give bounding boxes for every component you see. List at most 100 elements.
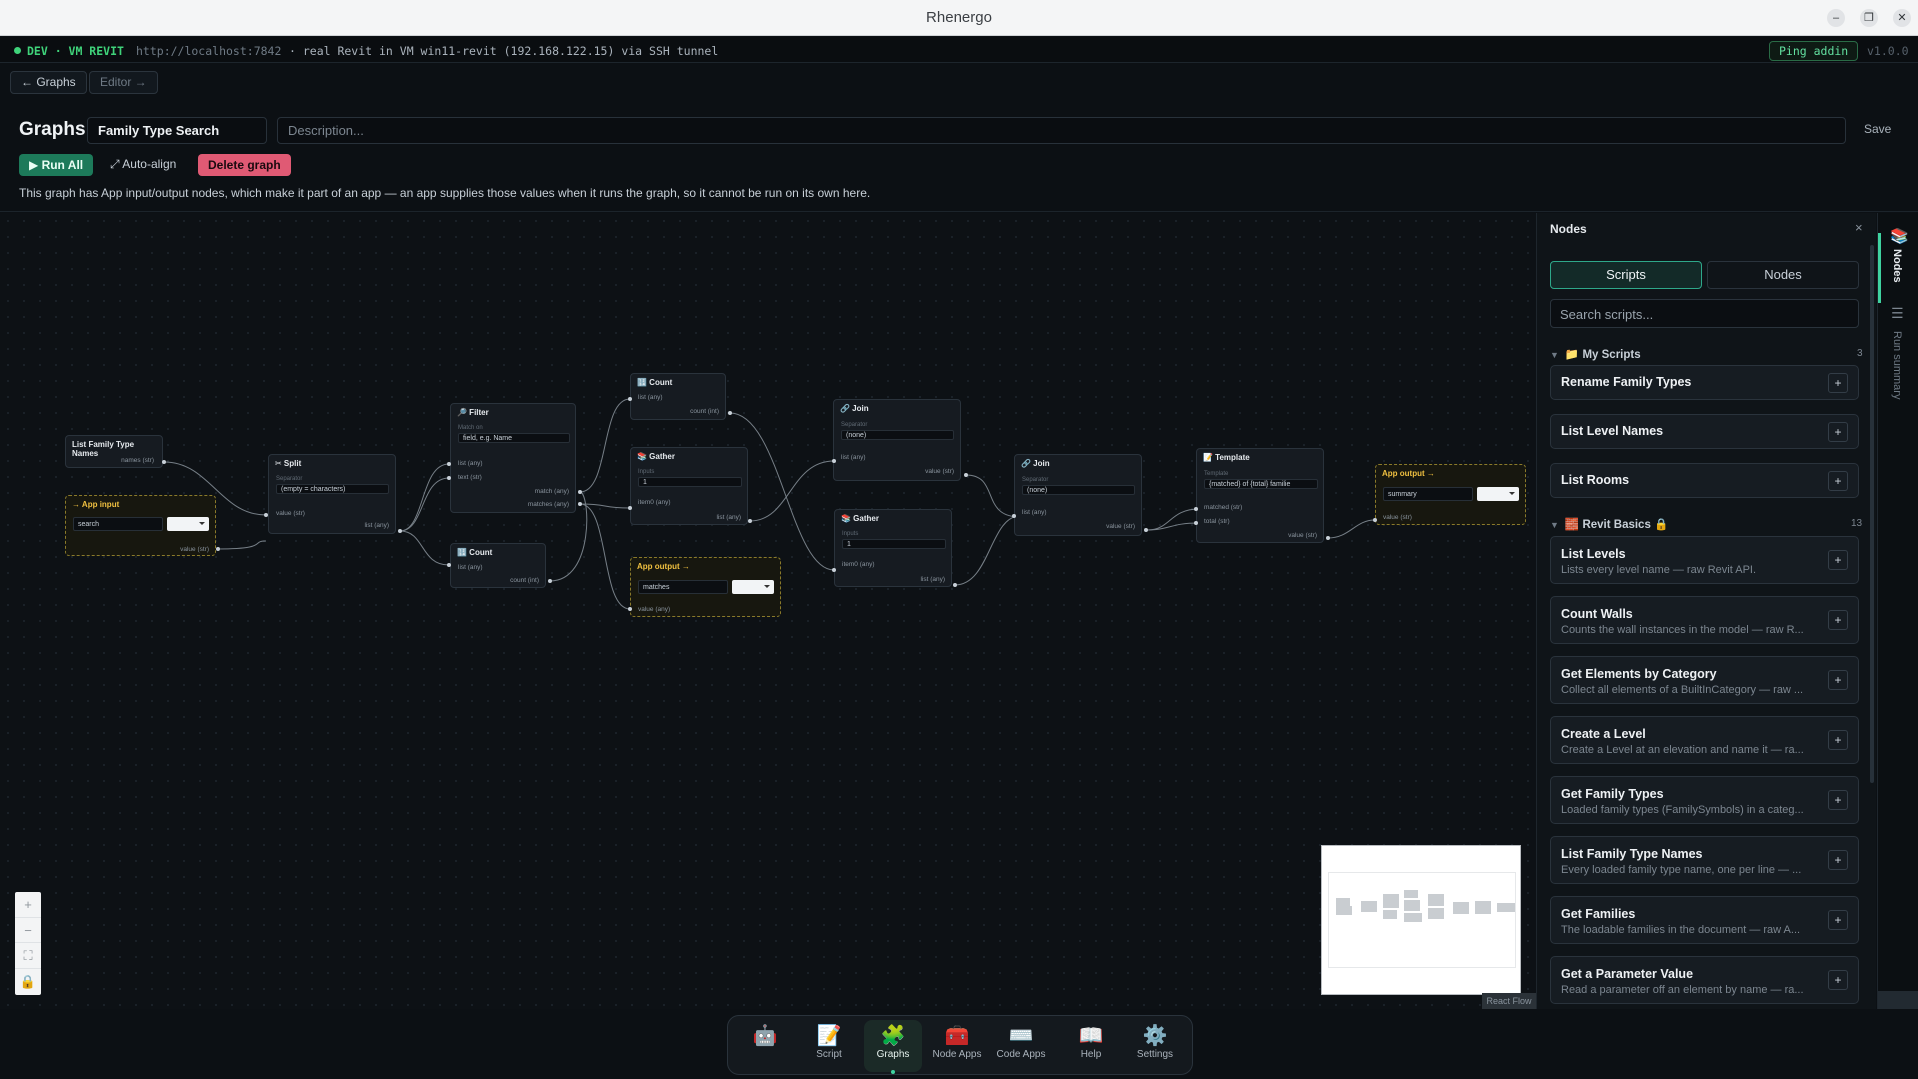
- script-item[interactable]: Get a Parameter Value Read a parameter o…: [1550, 956, 1859, 1004]
- delete-graph-button[interactable]: Delete graph: [198, 154, 291, 176]
- minimap-node: [1404, 913, 1422, 922]
- editor-button[interactable]: Editor →: [89, 71, 158, 94]
- dock-label: Help: [1080, 1049, 1102, 1060]
- port-dot: [1012, 514, 1016, 518]
- dock-code-apps[interactable]: ⌨️ Code Apps: [992, 1020, 1050, 1072]
- script-item[interactable]: Get Family Types Loaded family types (Fa…: [1550, 776, 1859, 824]
- add-script-button[interactable]: +: [1828, 422, 1848, 442]
- books-icon[interactable]: 📚: [1890, 227, 1909, 245]
- script-item[interactable]: Get Elements by Category Collect all ele…: [1550, 656, 1859, 704]
- gear-icon: ⚙️: [1142, 1025, 1168, 1047]
- back-to-graphs-button[interactable]: ← Graphs: [10, 71, 87, 94]
- fit-view-icon[interactable]: ⛶: [15, 943, 41, 969]
- add-script-button[interactable]: +: [1828, 970, 1848, 990]
- react-flow-attribution[interactable]: React Flow: [1482, 993, 1536, 1009]
- script-description: Counts the wall instances in the model —…: [1561, 624, 1804, 636]
- minimap-viewport: [1328, 872, 1516, 968]
- script-item[interactable]: Rename Family Types +: [1550, 365, 1859, 400]
- dock-label: Script: [816, 1049, 842, 1060]
- script-item[interactable]: Get Families The loadable families in th…: [1550, 896, 1859, 944]
- lock-icon[interactable]: 🔒: [15, 969, 41, 995]
- nodes-panel: Nodes × Scripts Nodes Search scripts... …: [1536, 213, 1876, 1009]
- port-dot: [832, 568, 836, 572]
- section-label: Revit Basics: [1582, 519, 1651, 531]
- add-script-button[interactable]: +: [1828, 790, 1848, 810]
- script-item[interactable]: List Family Type Names Every loaded fami…: [1550, 836, 1859, 884]
- script-description: Loaded family types (FamilySymbols) in a…: [1561, 804, 1804, 816]
- dock-script[interactable]: 📝 Script: [800, 1020, 858, 1072]
- minimap-node: [1404, 900, 1420, 911]
- save-button[interactable]: Save: [1864, 122, 1891, 136]
- zoom-in-icon[interactable]: +: [15, 892, 41, 918]
- section-revit-basics[interactable]: ▼ 🧱 Revit Basics 🔒: [1550, 517, 1668, 531]
- minimize-icon[interactable]: –: [1827, 9, 1845, 27]
- script-title: Create a Level: [1561, 727, 1646, 741]
- run-all-button[interactable]: ▶ Run All: [19, 154, 94, 176]
- add-script-button[interactable]: +: [1828, 610, 1848, 630]
- minimap-node: [1428, 894, 1444, 906]
- port-dot: [1144, 528, 1148, 532]
- script-item[interactable]: List Rooms +: [1550, 463, 1859, 498]
- panel-scrollbar[interactable]: [1870, 245, 1874, 783]
- dock-help[interactable]: 📖 Help: [1062, 1020, 1120, 1072]
- restore-icon[interactable]: ❐: [1860, 9, 1878, 27]
- graph-canvas[interactable]: List Family Type Names names (str) → App…: [0, 213, 1536, 1009]
- dock-label: Graphs: [876, 1049, 910, 1060]
- zoom-out-icon[interactable]: −: [15, 918, 41, 943]
- search-scripts-input[interactable]: Search scripts...: [1550, 299, 1859, 328]
- list-icon[interactable]: ☰: [1891, 305, 1904, 322]
- puzzle-icon: 🧩: [880, 1025, 906, 1047]
- version-label: v1.0.0: [1867, 44, 1909, 58]
- chevron-down-icon: ▼: [1550, 520, 1559, 530]
- port-dot: [548, 579, 552, 583]
- script-description: Every loaded family type name, one per l…: [1561, 864, 1802, 876]
- window-titlebar: Rhenergo – ❐ ✕: [0, 0, 1918, 36]
- minimap-node: [1428, 908, 1444, 919]
- book-icon: 📖: [1078, 1025, 1104, 1047]
- close-panel-icon[interactable]: ×: [1855, 220, 1863, 235]
- graph-name-input[interactable]: Family Type Search: [87, 117, 267, 144]
- script-description: Read a parameter off an element by name …: [1561, 984, 1804, 996]
- robot-icon: 🤖: [752, 1025, 778, 1047]
- script-description: Lists every level name — raw Revit API.: [1561, 564, 1757, 576]
- port-dot: [964, 473, 968, 477]
- script-title: List Family Type Names: [1561, 847, 1703, 861]
- close-icon[interactable]: ✕: [1893, 9, 1911, 27]
- tab-scripts[interactable]: Scripts: [1550, 261, 1702, 289]
- add-script-button[interactable]: +: [1828, 550, 1848, 570]
- script-item[interactable]: List Level Names +: [1550, 414, 1859, 449]
- lock-icon: 🔒: [1654, 519, 1669, 531]
- dock-graphs[interactable]: 🧩 Graphs: [864, 1020, 922, 1074]
- dock-assistant[interactable]: 🤖: [736, 1020, 794, 1072]
- graph-header: Graphs Family Type Search Description...…: [0, 100, 1918, 212]
- tab-nodes[interactable]: Nodes: [1707, 261, 1859, 289]
- add-script-button[interactable]: +: [1828, 850, 1848, 870]
- script-item[interactable]: List Levels Lists every level name — raw…: [1550, 536, 1859, 584]
- auto-align-button[interactable]: ⤢ Auto-align: [110, 157, 176, 172]
- add-script-button[interactable]: +: [1828, 730, 1848, 750]
- port-dot: [1373, 518, 1377, 522]
- script-item[interactable]: Count Walls Counts the wall instances in…: [1550, 596, 1859, 644]
- add-script-button[interactable]: +: [1828, 670, 1848, 690]
- graph-description-input[interactable]: Description...: [277, 117, 1846, 144]
- script-title: Get Family Types: [1561, 787, 1664, 801]
- env-description: · real Revit in VM win11-revit (192.168.…: [289, 44, 719, 58]
- section-my-scripts[interactable]: ▼ 📁 My Scripts: [1550, 347, 1641, 361]
- minimap[interactable]: [1321, 845, 1521, 995]
- minimap-node: [1383, 894, 1399, 908]
- port-dot: [953, 583, 957, 587]
- add-script-button[interactable]: +: [1828, 910, 1848, 930]
- add-script-button[interactable]: +: [1828, 471, 1848, 491]
- script-title: Count Walls: [1561, 607, 1633, 621]
- page-title: Graphs: [19, 119, 86, 140]
- panel-title: Nodes: [1550, 222, 1587, 236]
- rail-tab-nodes[interactable]: Nodes: [1891, 249, 1903, 283]
- dock-settings[interactable]: ⚙️ Settings: [1126, 1020, 1184, 1072]
- ping-addin-button[interactable]: Ping addin: [1769, 41, 1859, 61]
- add-script-button[interactable]: +: [1828, 373, 1848, 393]
- port-dot: [398, 529, 402, 533]
- rail-tab-run-summary[interactable]: Run summary: [1891, 331, 1903, 399]
- script-description: Collect all elements of a BuiltInCategor…: [1561, 684, 1804, 696]
- dock-node-apps[interactable]: 🧰 Node Apps: [928, 1020, 986, 1072]
- script-item[interactable]: Create a Level Create a Level at an elev…: [1550, 716, 1859, 764]
